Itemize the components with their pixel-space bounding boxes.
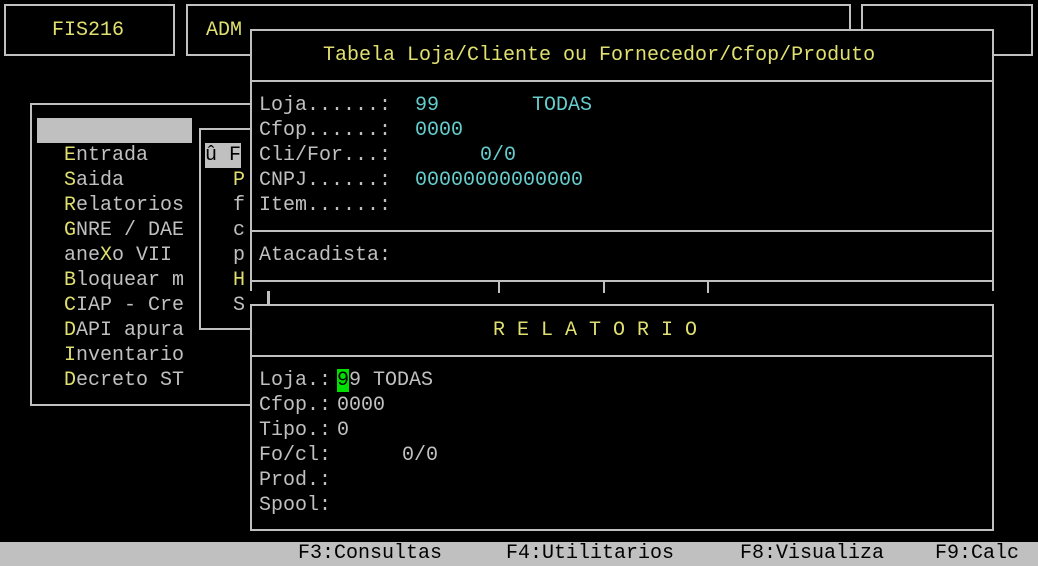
rel-prod-label: Prod.:	[259, 469, 332, 492]
atacadista-label: Atacadista:	[259, 244, 392, 267]
user-name: ADM	[206, 19, 243, 42]
relatorio-divider	[252, 355, 992, 357]
rel-loja-label: Loja.:	[259, 369, 332, 392]
menu-item-anexo[interactable]: aneXo VII	[64, 243, 172, 268]
tabela-title: Tabela Loja/Cliente ou Fornecedor/Cfop/P…	[323, 44, 876, 67]
f4-utilitarios-key[interactable]: F4:Utilitarios	[506, 542, 674, 566]
loja-label: Loja......:	[259, 94, 392, 117]
submenu-item-c[interactable]: c	[233, 218, 245, 243]
clifor-label: Cli/For...:	[259, 144, 392, 167]
submenu-item-selected[interactable]: û F	[205, 143, 242, 168]
f9-calc-key[interactable]: F9:Calc	[935, 542, 1019, 566]
rel-tipo-label: Tipo.:	[259, 419, 332, 442]
menu-item-tabelas[interactable]: û Tabelas	[37, 118, 193, 167]
loja-value[interactable]: 99	[415, 93, 439, 118]
menu-item-decreto[interactable]: Decreto ST	[64, 368, 184, 393]
cnpj-value[interactable]: 00000000000000	[415, 168, 583, 193]
column-tick-3	[707, 282, 709, 293]
cfop-value[interactable]: 0000	[415, 118, 463, 143]
rel-cfop-value[interactable]: 0000	[337, 393, 385, 418]
tabela-divider-top	[252, 80, 992, 82]
menu-item-gnre[interactable]: GNRE / DAE	[64, 218, 184, 243]
menu-item-ciap[interactable]: CIAP - Cre	[64, 293, 184, 318]
rel-focl-value[interactable]: 0/0	[402, 443, 438, 468]
cfop-label: Cfop......:	[259, 119, 392, 142]
item-label: Item......:	[259, 194, 392, 217]
column-tick-2	[603, 282, 605, 293]
loja-desc: TODAS	[532, 94, 593, 117]
rel-focl-label: Fo/cl:	[259, 444, 332, 467]
f3-consultas-key[interactable]: F3:Consultas	[298, 542, 442, 566]
submenu-item-s[interactable]: S	[233, 293, 245, 318]
submenu-item-p2[interactable]: p	[233, 243, 245, 268]
program-box: FIS216	[4, 4, 175, 56]
menu-item-dapi[interactable]: DAPI apura	[64, 318, 184, 343]
function-key-bar: F3:Consultas F4:Utilitarios F8:Visualiza…	[0, 542, 1038, 566]
program-code: FIS216	[52, 19, 125, 42]
cnpj-label: CNPJ......:	[259, 169, 392, 192]
clifor-value[interactable]: 0/0	[480, 143, 516, 168]
menu-item-saida[interactable]: Saida	[64, 168, 124, 193]
submenu-item-p[interactable]: P	[233, 168, 245, 193]
menu-item-inventario[interactable]: Inventario	[64, 343, 184, 368]
menu-item-relatorios[interactable]: Relatorios	[64, 193, 184, 218]
f8-visualiza-key[interactable]: F8:Visualiza	[740, 542, 884, 566]
rel-tipo-value[interactable]: 0	[337, 418, 349, 443]
rel-cfop-label: Cfop.:	[259, 394, 332, 417]
text-cursor: 9	[337, 369, 350, 392]
submenu-item-f[interactable]: f	[233, 193, 245, 218]
tabela-divider-bottom	[252, 280, 992, 282]
relatorio-title: R E L A T O R I O	[493, 319, 698, 342]
tabela-divider-mid	[252, 230, 992, 232]
menu-item-entrada[interactable]: Entrada	[64, 143, 148, 168]
tabela-dialog: Tabela Loja/Cliente ou Fornecedor/Cfop/P…	[250, 29, 994, 293]
rel-loja-field[interactable]: 99 TODAS	[337, 368, 433, 393]
column-tick-1	[498, 282, 500, 293]
submenu-item-h[interactable]: H	[233, 268, 245, 293]
menu-item-bloquear[interactable]: Bloquear m	[64, 268, 184, 293]
rel-spool-label: Spool:	[259, 494, 332, 517]
relatorio-dialog: R E L A T O R I O Loja.: 99 TODAS Cfop.:…	[250, 304, 994, 531]
